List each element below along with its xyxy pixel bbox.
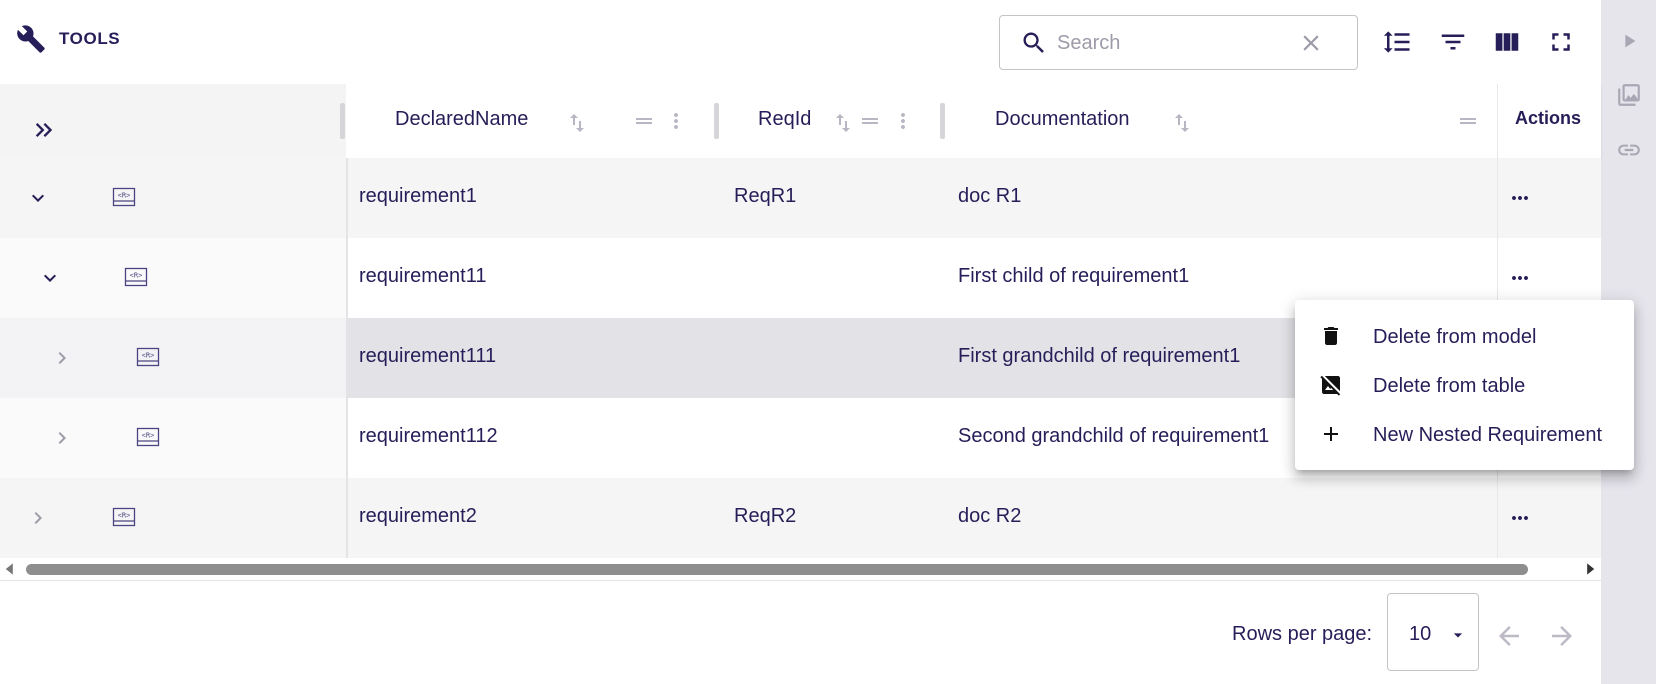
more-horiz-icon[interactable]: [1507, 266, 1533, 290]
column-title: Documentation: [995, 108, 1130, 130]
link-icon[interactable]: [1615, 136, 1643, 164]
menu-item-label: Delete from table: [1373, 375, 1526, 397]
declared-name-cell[interactable]: requirement111: [359, 345, 496, 368]
table-header: DeclaredName ReqId Documentation Actions: [0, 84, 1601, 158]
rows-per-page-value: 10: [1409, 623, 1432, 645]
menu-item-delete-from-model[interactable]: Delete from model: [1295, 312, 1634, 361]
tree-cell: <R>: [0, 318, 346, 398]
tree-cell: <R>: [0, 478, 346, 558]
menu-item-label: Delete from model: [1373, 326, 1537, 348]
documentation-cell[interactable]: First child of requirement1: [958, 265, 1189, 288]
horizontal-scrollbar[interactable]: [0, 558, 1601, 580]
sort-icon[interactable]: [1170, 111, 1194, 135]
menu-item-label: New Nested Requirement: [1373, 424, 1602, 446]
play-icon[interactable]: [1615, 27, 1643, 55]
declared-name-cell[interactable]: requirement112: [359, 425, 498, 448]
declared-name-cell[interactable]: requirement11: [359, 265, 486, 288]
requirement-icon: <R>: [136, 427, 160, 447]
requirement-icon: <R>: [112, 507, 136, 527]
svg-text:<R>: <R>: [118, 512, 131, 520]
chevron-right-icon[interactable]: [26, 506, 50, 530]
actions-column-header: Actions: [1497, 84, 1601, 158]
reqid-cell[interactable]: ReqR2: [734, 505, 796, 528]
trash-icon: [1324, 327, 1338, 345]
column-title: DeclaredName: [395, 108, 529, 130]
fullscreen-button[interactable]: [1546, 27, 1576, 57]
row-density-button[interactable]: [1382, 27, 1412, 57]
tree-cell: <R>: [0, 238, 346, 318]
chevron-down-icon[interactable]: [38, 266, 62, 290]
data-cells: requirement1 ReqR1 doc R1: [346, 158, 1497, 238]
fullscreen-icon: [1552, 33, 1570, 51]
drag-handle-icon[interactable]: [858, 109, 882, 133]
filter-list-icon: [1441, 34, 1465, 50]
more-horiz-icon[interactable]: [1507, 506, 1533, 530]
tree-cell: <R>: [0, 398, 346, 478]
rows-per-page-label: Rows per page:: [1232, 623, 1373, 645]
columns-button[interactable]: [1492, 27, 1522, 57]
data-cells: requirement2 ReqR2 doc R2: [346, 478, 1497, 558]
svg-text:<R>: <R>: [142, 352, 155, 360]
view-column-icon: [1495, 33, 1519, 51]
scroll-right-icon[interactable]: [1583, 562, 1597, 576]
requirement-icon: <R>: [136, 347, 160, 367]
search-box[interactable]: [999, 15, 1358, 70]
actions-title: Actions: [1515, 108, 1582, 128]
documentation-cell[interactable]: doc R2: [958, 505, 1021, 528]
documentation-cell[interactable]: doc R1: [958, 185, 1021, 208]
declared-name-cell[interactable]: requirement2: [359, 505, 477, 528]
toolbar-title: TOOLS: [59, 29, 121, 48]
tree-cell: <R>: [0, 158, 346, 238]
table-row[interactable]: <R> requirement2 ReqR2 doc R2: [0, 478, 1601, 558]
caret-down-icon: [1453, 633, 1463, 638]
tree-column-header: [0, 84, 346, 158]
scroll-left-icon[interactable]: [3, 562, 17, 576]
sort-icon[interactable]: [565, 111, 589, 135]
image-gallery-icon[interactable]: [1615, 81, 1643, 109]
rows-per-page-select[interactable]: 10: [1387, 593, 1479, 671]
line-height-icon: [1383, 31, 1410, 53]
clear-search-icon[interactable]: [1298, 30, 1324, 56]
declared-name-cell[interactable]: requirement1: [359, 185, 477, 208]
hide-image-icon: [1320, 375, 1341, 396]
column-header-documentation[interactable]: Documentation: [944, 84, 1497, 158]
table-toolbar: TOOLS: [0, 0, 1601, 84]
search-icon: [1023, 32, 1044, 53]
column-resize-handle[interactable]: [340, 103, 345, 139]
sort-icon[interactable]: [831, 111, 855, 135]
chevron-right-icon[interactable]: [50, 346, 74, 370]
drag-handle-icon[interactable]: [632, 109, 656, 133]
requirement-icon: <R>: [124, 267, 148, 287]
drag-handle-icon[interactable]: [1456, 109, 1480, 133]
expand-all-icon[interactable]: [30, 116, 58, 144]
column-title: ReqId: [758, 108, 812, 130]
chevron-right-icon[interactable]: [50, 426, 74, 450]
requirement-icon: <R>: [112, 187, 136, 207]
chevron-down-icon[interactable]: [26, 186, 50, 210]
wrench-icon: [17, 25, 45, 53]
plus-icon: [1324, 427, 1338, 441]
pagination-footer: Rows per page: 10: [0, 580, 1601, 684]
svg-text:<R>: <R>: [142, 432, 155, 440]
menu-item-delete-from-table[interactable]: Delete from table: [1295, 361, 1634, 410]
more-horiz-icon[interactable]: [1507, 186, 1533, 210]
scrollbar-thumb[interactable]: [26, 564, 1528, 575]
previous-page-icon[interactable]: [1494, 621, 1524, 651]
search-input[interactable]: [1057, 28, 1287, 58]
table-row[interactable]: <R> requirement1 ReqR1 doc R1: [0, 158, 1601, 238]
next-page-icon[interactable]: [1547, 621, 1577, 651]
documentation-cell[interactable]: Second grandchild of requirement1: [958, 425, 1269, 448]
menu-item-new-nested-requirement[interactable]: New Nested Requirement: [1295, 410, 1634, 459]
filter-button[interactable]: [1438, 27, 1468, 57]
svg-text:<R>: <R>: [130, 272, 143, 280]
column-header-declaredname[interactable]: DeclaredName: [346, 84, 719, 158]
row-actions-menu: Delete from model Delete from table New …: [1295, 300, 1634, 470]
documentation-cell[interactable]: First grandchild of requirement1: [958, 345, 1240, 368]
svg-text:<R>: <R>: [118, 192, 131, 200]
column-menu-icon[interactable]: [891, 109, 915, 133]
column-header-reqid[interactable]: ReqId: [718, 84, 945, 158]
column-menu-icon[interactable]: [664, 109, 688, 133]
reqid-cell[interactable]: ReqR1: [734, 185, 796, 208]
